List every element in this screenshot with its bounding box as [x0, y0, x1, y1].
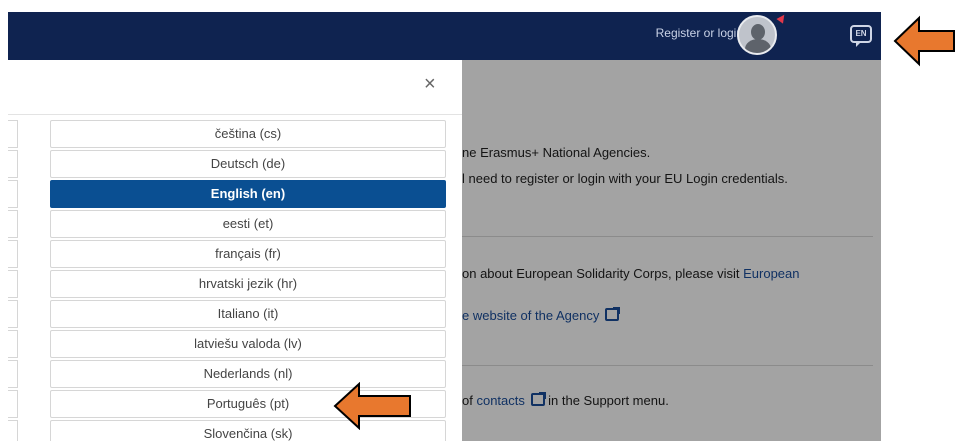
left-column-option[interactable] [8, 360, 18, 388]
language-option[interactable]: latviešu valoda (lv) [50, 330, 446, 358]
modal-header: × [8, 60, 462, 115]
language-option[interactable]: eesti (et) [50, 210, 446, 238]
language-option[interactable]: français (fr) [50, 240, 446, 268]
left-column-option[interactable] [8, 120, 18, 148]
left-column-option[interactable] [8, 300, 18, 328]
left-column-option[interactable] [8, 390, 18, 418]
left-column-option[interactable] [8, 210, 18, 238]
language-option[interactable]: Italiano (it) [50, 300, 446, 328]
left-column-option[interactable] [8, 150, 18, 178]
user-avatar-icon[interactable] [737, 15, 777, 55]
close-icon[interactable]: × [424, 74, 436, 94]
left-column-option[interactable] [8, 270, 18, 298]
language-selector-button[interactable]: EN [850, 25, 872, 47]
language-option[interactable]: English (en) [50, 180, 446, 208]
top-nav-bar: Register or login EN [8, 12, 881, 60]
left-column-option[interactable] [8, 420, 18, 441]
left-column-option[interactable] [8, 180, 18, 208]
notification-badge-icon [776, 12, 788, 24]
left-column-option[interactable] [8, 240, 18, 268]
register-login-link[interactable]: Register or login [656, 26, 743, 40]
language-option[interactable]: Deutsch (de) [50, 150, 446, 178]
annotation-arrow-icon [333, 382, 411, 430]
left-column-option[interactable] [8, 330, 18, 358]
language-option[interactable]: hrvatski jezik (hr) [50, 270, 446, 298]
language-option[interactable]: čeština (cs) [50, 120, 446, 148]
annotation-arrow-icon [893, 15, 955, 67]
